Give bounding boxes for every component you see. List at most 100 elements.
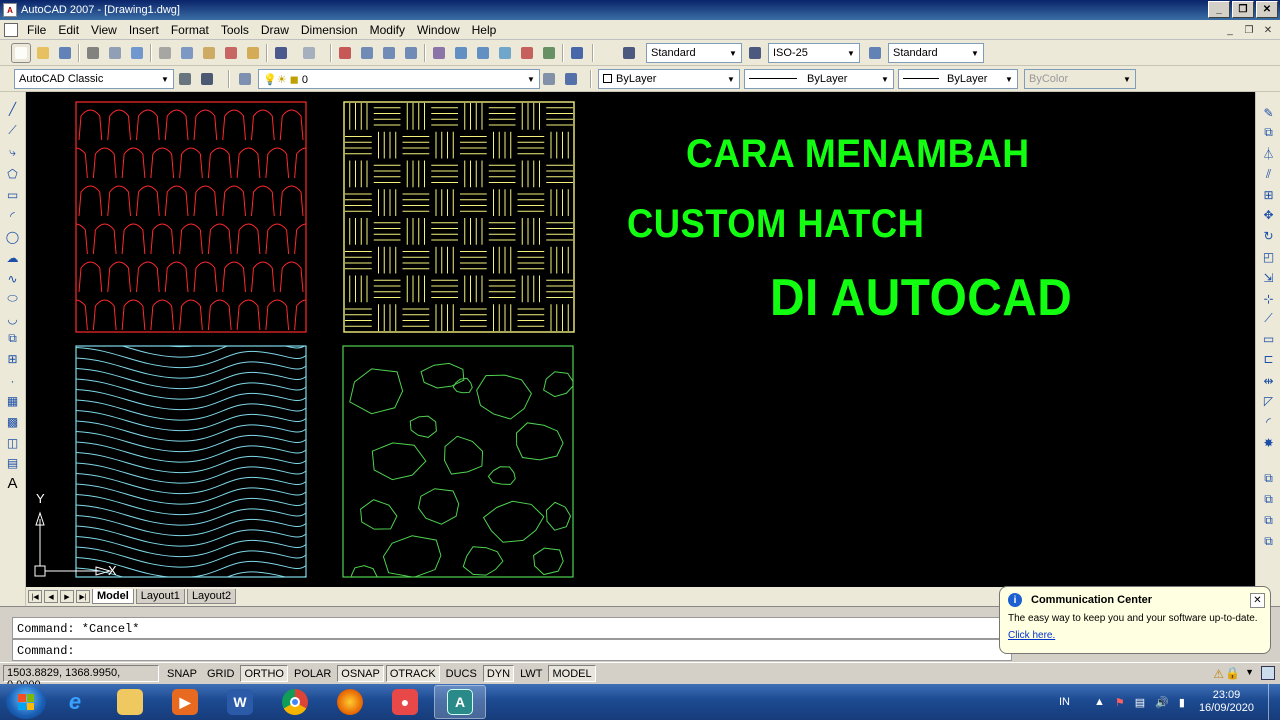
- taskbar-internet-explorer[interactable]: e: [49, 685, 101, 719]
- plot-icon[interactable]: [84, 44, 102, 62]
- region-icon[interactable]: ◫: [4, 434, 21, 451]
- linetype-select[interactable]: ByLayer ▼: [744, 69, 894, 89]
- dim-style-icon[interactable]: [746, 44, 764, 62]
- power-icon[interactable]: ▮: [1179, 696, 1185, 709]
- command-input[interactable]: Command:: [12, 639, 1012, 661]
- help-icon[interactable]: [568, 44, 586, 62]
- send-under-icon[interactable]: ⧉: [1260, 533, 1277, 550]
- balloon-close-button[interactable]: ✕: [1250, 593, 1265, 608]
- zoom-realtime-icon[interactable]: [358, 44, 376, 62]
- break-icon[interactable]: ⊏: [1260, 350, 1277, 367]
- balloon-link[interactable]: Click here.: [1008, 630, 1262, 641]
- save-icon[interactable]: [56, 44, 74, 62]
- taskbar-chrome[interactable]: [269, 685, 321, 719]
- action-center-flag-icon[interactable]: ⚑: [1115, 696, 1125, 709]
- language-indicator[interactable]: IN: [1059, 696, 1070, 708]
- ortho-toggle[interactable]: ORTHO: [240, 665, 288, 682]
- table-icon[interactable]: ▤: [4, 454, 21, 471]
- bring-above-icon[interactable]: ⧉: [1260, 512, 1277, 529]
- prev-tab-button[interactable]: ◀: [44, 590, 58, 603]
- warning-icon[interactable]: ⚠: [1213, 667, 1224, 681]
- scale-icon[interactable]: ◰: [1260, 248, 1277, 265]
- network-icon[interactable]: ▤: [1135, 696, 1145, 709]
- clean-screen-icon[interactable]: [1261, 666, 1275, 680]
- cut-icon[interactable]: [156, 44, 174, 62]
- chamfer-icon[interactable]: ◸: [1260, 392, 1277, 409]
- next-tab-button[interactable]: ▶: [60, 590, 74, 603]
- sheet-set-icon[interactable]: [496, 44, 514, 62]
- new-icon[interactable]: [11, 43, 31, 63]
- coordinates-display[interactable]: 1503.8829, 1368.9950, 0.0000: [3, 665, 159, 691]
- menu-edit[interactable]: Edit: [52, 23, 85, 37]
- restore-button[interactable]: ❐: [1232, 1, 1254, 18]
- table-style-select[interactable]: Standard ▼: [888, 43, 984, 63]
- plot-preview-icon[interactable]: [106, 44, 124, 62]
- array-icon[interactable]: ⊞: [1260, 186, 1277, 203]
- draw-order-front-icon[interactable]: ⧉: [1260, 470, 1277, 487]
- close-button[interactable]: ✕: [1256, 1, 1278, 18]
- doc-close-button[interactable]: ✕: [1260, 23, 1276, 37]
- status-menu-arrow-icon[interactable]: ▼: [1245, 667, 1254, 677]
- workspace-settings-icon[interactable]: [176, 70, 194, 88]
- tab-layout2[interactable]: Layout2: [186, 589, 237, 604]
- move-icon[interactable]: ✥: [1260, 206, 1277, 223]
- insert-block-icon[interactable]: ⧉: [4, 330, 21, 347]
- fillet-icon[interactable]: ◜: [1260, 413, 1277, 430]
- properties-icon[interactable]: [430, 44, 448, 62]
- offset-icon[interactable]: ⫽: [1260, 166, 1277, 183]
- copy-object-icon[interactable]: ⧉: [1260, 124, 1277, 141]
- taskbar-media-player[interactable]: ▶: [159, 685, 211, 719]
- menu-draw[interactable]: Draw: [255, 23, 295, 37]
- copy-icon[interactable]: [178, 44, 196, 62]
- text-style-select[interactable]: Standard ▼: [646, 43, 742, 63]
- taskbar-recorder[interactable]: ●: [379, 685, 431, 719]
- paste-icon[interactable]: [200, 44, 218, 62]
- dim-style-select[interactable]: ISO-25 ▼: [768, 43, 860, 63]
- last-tab-button[interactable]: ▶|: [76, 590, 90, 603]
- otrack-toggle[interactable]: OTRACK: [385, 665, 440, 682]
- menu-modify[interactable]: Modify: [364, 23, 411, 37]
- menu-dimension[interactable]: Dimension: [295, 23, 364, 37]
- spline-icon[interactable]: ∿: [4, 270, 21, 287]
- taskbar-firefox[interactable]: [324, 685, 376, 719]
- workspace-save-icon[interactable]: [198, 70, 216, 88]
- taskbar-file-explorer[interactable]: [104, 685, 156, 719]
- taskbar-word[interactable]: W: [214, 685, 266, 719]
- pan-icon[interactable]: [336, 44, 354, 62]
- text-style-icon[interactable]: [620, 44, 638, 62]
- tab-model[interactable]: Model: [92, 589, 134, 604]
- osnap-toggle[interactable]: OSNAP: [337, 665, 384, 682]
- lwt-toggle[interactable]: LWT: [516, 665, 546, 682]
- autocad-app-icon[interactable]: A: [3, 3, 17, 17]
- make-layer-current-icon[interactable]: [540, 70, 558, 88]
- menu-format[interactable]: Format: [165, 23, 215, 37]
- zoom-window-icon[interactable]: [380, 44, 398, 62]
- taskbar-autocad[interactable]: A: [434, 685, 486, 719]
- layer-properties-icon[interactable]: [236, 70, 254, 88]
- zoom-previous-icon[interactable]: [402, 44, 420, 62]
- make-block-icon[interactable]: ⊞: [4, 350, 21, 367]
- document-icon[interactable]: [4, 22, 18, 37]
- mirror-icon[interactable]: ⏃: [1260, 145, 1277, 162]
- revision-cloud-icon[interactable]: ☁: [4, 249, 21, 266]
- doc-restore-button[interactable]: ❐: [1241, 23, 1257, 37]
- show-desktop-button[interactable]: [1268, 684, 1280, 720]
- line-icon[interactable]: ╱: [4, 100, 21, 117]
- layer-previous-icon[interactable]: [562, 70, 580, 88]
- calculator-icon[interactable]: [540, 44, 558, 62]
- gradient-icon[interactable]: ▩: [4, 413, 21, 430]
- tab-layout1[interactable]: Layout1: [135, 589, 185, 604]
- lineweight-select[interactable]: ByLayer ▼: [898, 69, 1018, 89]
- tool-palettes-icon[interactable]: [474, 44, 492, 62]
- match-properties-icon[interactable]: [222, 44, 240, 62]
- point-icon[interactable]: ·: [4, 372, 21, 389]
- explode-icon[interactable]: ✸: [1260, 434, 1277, 451]
- color-select[interactable]: ByLayer ▼: [598, 69, 740, 89]
- polyline-icon[interactable]: ⤷: [4, 144, 21, 161]
- ellipse-arc-icon[interactable]: ◡: [4, 310, 21, 327]
- stretch-icon[interactable]: ⇲: [1260, 269, 1277, 286]
- clock[interactable]: 23:09 16/09/2020: [1199, 689, 1254, 715]
- hatch-icon[interactable]: ▦: [4, 392, 21, 409]
- draw-order-back-icon[interactable]: ⧉: [1260, 491, 1277, 508]
- ellipse-icon[interactable]: ⬭: [4, 290, 21, 307]
